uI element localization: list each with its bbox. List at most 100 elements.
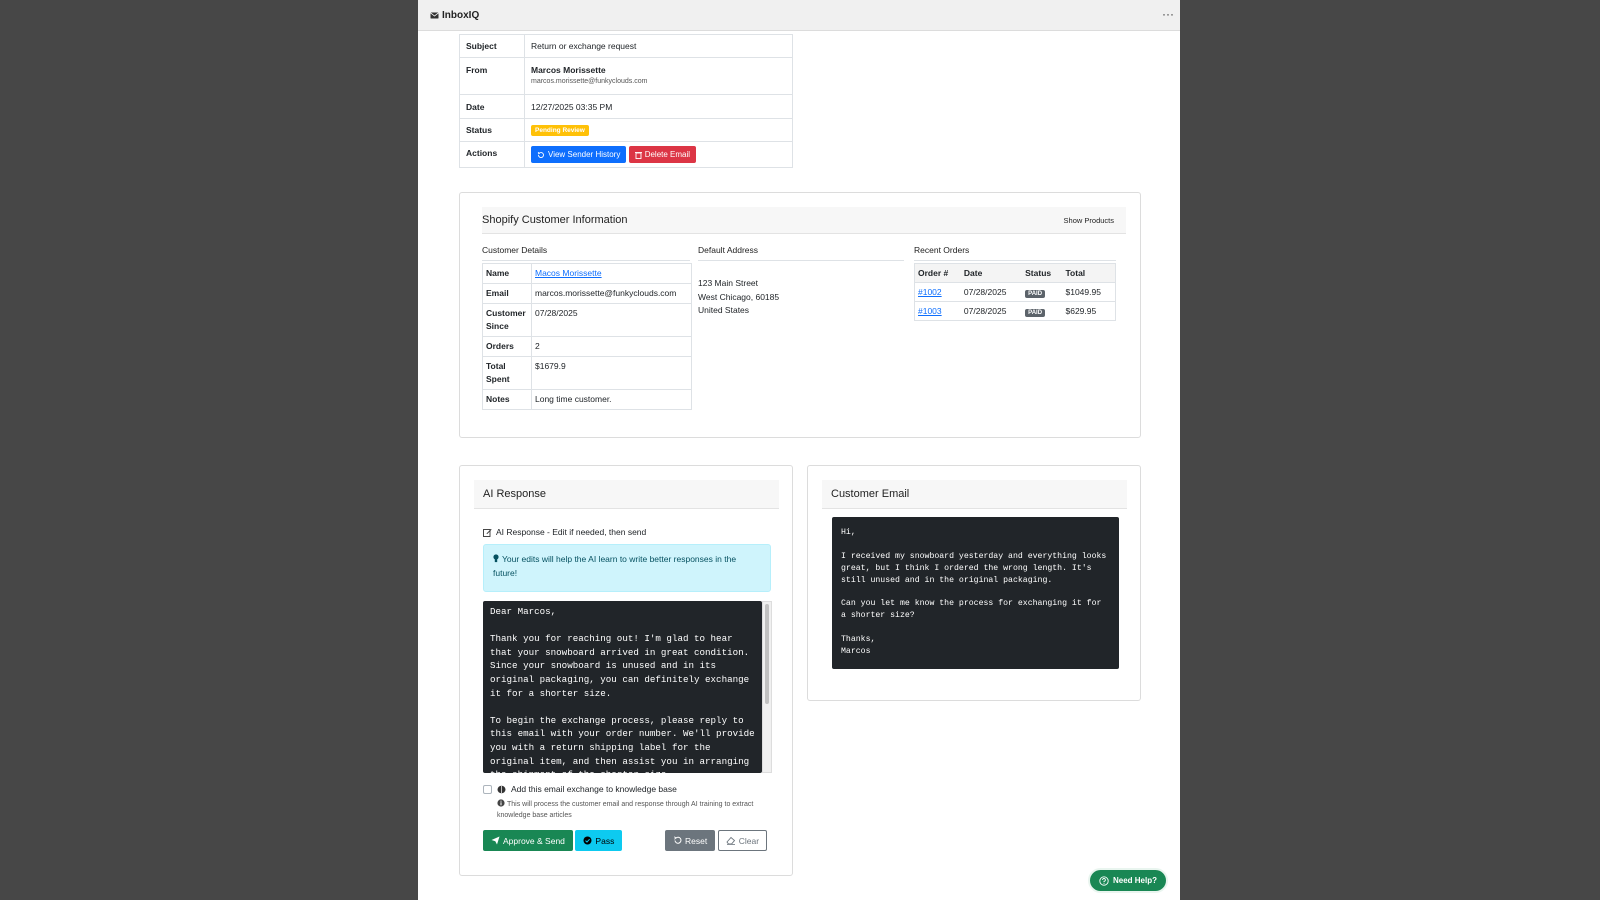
default-address-title: Default Address xyxy=(698,245,904,261)
reset-label: Reset xyxy=(685,835,708,846)
order-date: 07/28/2025 xyxy=(960,301,1023,321)
customer-details-title: Customer Details xyxy=(482,245,690,261)
total-spent-label: Total Spent xyxy=(482,356,532,390)
table-header-row: Order # Date Status Total xyxy=(914,263,1116,283)
from-label: From xyxy=(459,57,525,95)
paid-badge: PAID xyxy=(1025,308,1046,317)
ai-response-title: AI Response xyxy=(483,488,546,500)
actions-label: Actions xyxy=(459,141,525,168)
need-help-button[interactable]: Need Help? xyxy=(1088,868,1168,893)
customer-email-header: Customer Email xyxy=(822,480,1127,509)
question-circle-icon xyxy=(1099,875,1109,886)
ai-response-card: AI Response AI Response - Edit if needed… xyxy=(459,465,793,876)
ai-response-header: AI Response xyxy=(474,480,779,509)
approve-send-button[interactable]: Approve & Send xyxy=(483,830,573,851)
order-status-header: Status xyxy=(1022,263,1063,283)
ai-tip-alert: Your edits will help the AI learn to wri… xyxy=(483,544,771,592)
actions-cell: View Sender History Delete Email xyxy=(524,141,793,168)
order-number-header: Order # xyxy=(914,263,961,283)
edit-icon xyxy=(483,528,492,537)
subject-label: Subject xyxy=(459,34,525,58)
envelope-icon xyxy=(430,12,439,19)
table-row: Actions View Sender History Delete Email xyxy=(459,141,793,168)
check-circle-icon xyxy=(583,836,592,845)
delete-email-label: Delete Email xyxy=(644,150,691,159)
top-bar: InboxIQ ··· xyxy=(418,0,1180,31)
orders-label: Orders xyxy=(482,336,532,357)
lightbulb-icon xyxy=(493,554,499,563)
shopify-card-title: Shopify Customer Information xyxy=(482,214,628,226)
email-details-table: Subject Return or exchange request From … xyxy=(459,34,793,168)
history-icon xyxy=(537,151,545,159)
info-icon xyxy=(497,799,505,807)
clear-button[interactable]: Clear xyxy=(717,830,768,851)
table-row: #1003 07/28/2025 PAID $629.95 xyxy=(914,301,1116,321)
total-spent-value: $1679.9 xyxy=(531,356,692,390)
app-brand: InboxIQ xyxy=(430,10,479,21)
ellipsis-icon: ··· xyxy=(1162,7,1174,21)
need-help-label: Need Help? xyxy=(1112,876,1157,885)
notes-value: Long time customer. xyxy=(531,389,692,410)
date-label: Date xyxy=(459,94,525,119)
trash-icon xyxy=(634,151,642,159)
date-value: 12/27/2025 03:35 PM xyxy=(524,94,793,119)
order-total: $1049.95 xyxy=(1062,282,1116,302)
kb-checkbox[interactable] xyxy=(483,784,492,794)
eraser-icon xyxy=(726,836,736,845)
from-cell: Marcos Morissette marcos.morissette@funk… xyxy=(524,57,793,95)
brain-icon xyxy=(497,785,506,794)
table-row: Notes Long time customer. xyxy=(482,389,692,410)
order-date: 07/28/2025 xyxy=(960,282,1023,302)
more-options-button[interactable]: ··· xyxy=(1162,7,1174,21)
orders-count-value: 2 xyxy=(531,336,692,357)
view-sender-history-button[interactable]: View Sender History xyxy=(531,146,627,163)
address-line-3: United States xyxy=(698,305,750,315)
status-label: Status xyxy=(459,118,525,142)
table-row: Date 12/27/2025 03:35 PM xyxy=(459,94,793,119)
table-row: Orders 2 xyxy=(482,336,692,357)
undo-icon xyxy=(673,836,682,845)
customer-name-link[interactable]: Macos Morissette xyxy=(535,268,602,278)
notes-label: Notes xyxy=(482,389,532,410)
email-label: Email xyxy=(482,283,532,304)
scrollbar-thumb[interactable] xyxy=(765,604,769,704)
pass-button[interactable]: Pass xyxy=(575,830,623,851)
customer-email-title: Customer Email xyxy=(831,488,910,500)
app-title: InboxIQ xyxy=(442,10,480,21)
customer-since-value: 07/28/2025 xyxy=(531,303,692,337)
primary-actions: Approve & Send Pass xyxy=(483,830,623,851)
table-row: Email marcos.morissette@funkyclouds.com xyxy=(482,283,692,304)
order-status-cell: PAID xyxy=(1022,282,1063,302)
customer-details-table: Name Macos Morissette Email marcos.morisse… xyxy=(482,263,692,410)
ai-response-textarea[interactable]: Dear Marcos, Thank you for reaching out!… xyxy=(483,601,762,773)
customer-email-body: Hi, I received my snowboard yesterday an… xyxy=(832,517,1119,669)
from-email: marcos.morissette@funkyclouds.com xyxy=(531,78,648,85)
order-cell: #1002 xyxy=(914,282,961,302)
order-date-header: Date xyxy=(960,263,1023,283)
show-products-button[interactable]: Show Products xyxy=(1064,216,1114,225)
view-sender-history-label: View Sender History xyxy=(548,150,621,159)
order-status-cell: PAID xyxy=(1022,301,1063,321)
customer-email-value: marcos.morissette@funkyclouds.com xyxy=(531,283,692,304)
shopify-customer-card: Shopify Customer Information Show Produc… xyxy=(459,192,1141,438)
order-link[interactable]: #1002 xyxy=(918,287,942,297)
delete-email-button[interactable]: Delete Email xyxy=(628,146,697,163)
ai-edit-text: AI Response - Edit if needed, then send xyxy=(496,527,647,537)
order-total-header: Total xyxy=(1062,263,1116,283)
send-icon xyxy=(491,836,500,845)
name-label: Name xyxy=(482,263,532,284)
table-row: #1002 07/28/2025 PAID $1049.95 xyxy=(914,282,1116,302)
kb-note-text: This will process the customer email and… xyxy=(497,801,754,819)
recent-orders-title: Recent Orders xyxy=(914,245,1116,261)
table-row: Customer Since 07/28/2025 xyxy=(482,303,692,337)
reset-button[interactable]: Reset xyxy=(665,830,716,851)
customer-email-card: Customer Email Hi, I received my snowboa… xyxy=(807,465,1141,701)
name-cell: Macos Morissette xyxy=(531,263,692,284)
table-row: Status Pending Review xyxy=(459,118,793,142)
customer-since-label: Customer Since xyxy=(482,303,532,337)
table-row: Name Macos Morissette xyxy=(482,263,692,284)
response-scrollbar[interactable] xyxy=(762,601,772,773)
order-link[interactable]: #1003 xyxy=(918,306,942,316)
ai-tip-text: Your edits will help the AI learn to wri… xyxy=(493,554,737,578)
kb-checkbox-row: Add this email exchange to knowledge bas… xyxy=(483,784,677,794)
